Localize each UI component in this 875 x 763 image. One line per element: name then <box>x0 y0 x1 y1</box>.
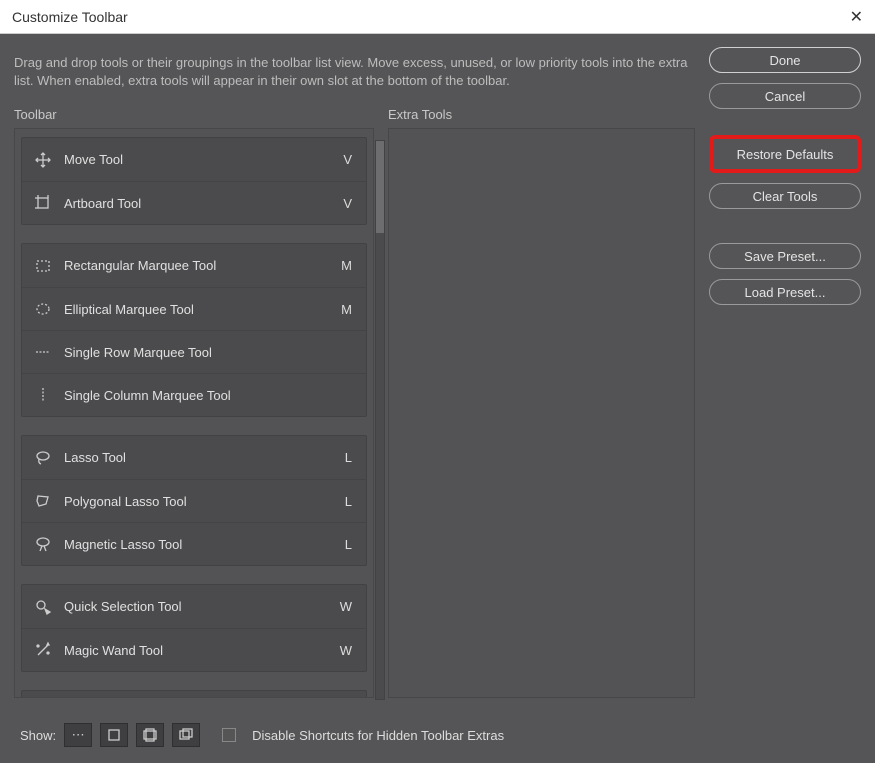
tool-shortcut: V <box>338 152 352 167</box>
tool-shortcut: W <box>338 643 352 658</box>
tool-group[interactable]: Lasso ToolLPolygonal Lasso ToolLMagnetic… <box>21 435 367 566</box>
tool-shortcut: W <box>338 599 352 614</box>
poly-lasso-icon <box>32 490 54 512</box>
lasso-icon <box>32 447 54 469</box>
tool-group[interactable]: Crop ToolC <box>21 690 367 698</box>
tool-label: Single Column Marquee Tool <box>64 388 338 403</box>
show-option3-button[interactable] <box>136 723 164 747</box>
show-option2-button[interactable] <box>100 723 128 747</box>
tool-shortcut: V <box>338 196 352 211</box>
tool-row-wand[interactable]: Magic Wand ToolW <box>22 628 366 671</box>
tool-shortcut: M <box>338 302 352 317</box>
bottom-bar: Show: ⋯ Disable Shortcuts for Hidden Too… <box>14 717 861 753</box>
tool-row-rect-marq[interactable]: Rectangular Marquee ToolM <box>22 244 366 287</box>
action-buttons: Done Cancel Restore Defaults Clear Tools… <box>709 47 861 711</box>
artboard-icon <box>32 192 54 214</box>
tool-row-artboard[interactable]: Artboard ToolV <box>22 181 366 224</box>
done-button[interactable]: Done <box>709 47 861 73</box>
row-marq-icon <box>32 341 54 363</box>
titlebar: Customize Toolbar ✕ <box>0 0 875 34</box>
load-preset-button[interactable]: Load Preset... <box>709 279 861 305</box>
tool-label: Elliptical Marquee Tool <box>64 302 338 317</box>
tool-label: Magic Wand Tool <box>64 643 338 658</box>
tool-shortcut: L <box>338 537 352 552</box>
tool-row-ell-marq[interactable]: Elliptical Marquee ToolM <box>22 287 366 330</box>
clear-tools-button[interactable]: Clear Tools <box>709 183 861 209</box>
cancel-button[interactable]: Cancel <box>709 83 861 109</box>
tool-row-poly-lasso[interactable]: Polygonal Lasso ToolL <box>22 479 366 522</box>
toolbar-header: Toolbar <box>14 107 374 122</box>
tool-shortcut: M <box>338 258 352 273</box>
window-title: Customize Toolbar <box>12 9 833 25</box>
tool-label: Rectangular Marquee Tool <box>64 258 338 273</box>
instructions-text: Drag and drop tools or their groupings i… <box>14 54 694 89</box>
col-marq-icon <box>32 384 54 406</box>
tool-label: Quick Selection Tool <box>64 599 338 614</box>
tool-row-mag-lasso[interactable]: Magnetic Lasso ToolL <box>22 522 366 565</box>
tool-label: Magnetic Lasso Tool <box>64 537 338 552</box>
tool-group[interactable]: Rectangular Marquee ToolMElliptical Marq… <box>21 243 367 417</box>
ell-marq-icon <box>32 298 54 320</box>
tool-row-row-marq[interactable]: Single Row Marquee Tool <box>22 330 366 373</box>
tool-label: Artboard Tool <box>64 196 338 211</box>
mag-lasso-icon <box>32 533 54 555</box>
show-menu-button[interactable]: ⋯ <box>64 723 92 747</box>
toolbar-list[interactable]: Move ToolVArtboard ToolVRectangular Marq… <box>14 128 374 698</box>
tool-row-lasso[interactable]: Lasso ToolL <box>22 436 366 479</box>
show-label: Show: <box>20 728 56 743</box>
extra-list[interactable] <box>388 128 695 698</box>
tool-group[interactable]: Quick Selection ToolWMagic Wand ToolW <box>21 584 367 672</box>
close-icon[interactable]: ✕ <box>833 7 863 27</box>
restore-defaults-button[interactable]: Restore Defaults <box>709 135 861 173</box>
tool-label: Polygonal Lasso Tool <box>64 494 338 509</box>
scroll-thumb[interactable] <box>376 141 384 233</box>
save-preset-button[interactable]: Save Preset... <box>709 243 861 269</box>
scrollbar[interactable] <box>375 140 385 700</box>
tool-group[interactable]: Move ToolVArtboard ToolV <box>21 137 367 225</box>
tool-row-crop[interactable]: Crop ToolC <box>22 691 366 698</box>
tool-row-move[interactable]: Move ToolV <box>22 138 366 181</box>
quick-sel-icon <box>32 596 54 618</box>
dialog-content: Drag and drop tools or their groupings i… <box>0 34 875 763</box>
tool-label: Lasso Tool <box>64 450 338 465</box>
tool-row-col-marq[interactable]: Single Column Marquee Tool <box>22 373 366 416</box>
move-icon <box>32 149 54 171</box>
show-option4-button[interactable] <box>172 723 200 747</box>
tool-row-quick-sel[interactable]: Quick Selection ToolW <box>22 585 366 628</box>
tool-label: Move Tool <box>64 152 338 167</box>
tool-shortcut: L <box>338 494 352 509</box>
disable-shortcuts-checkbox[interactable] <box>222 728 236 742</box>
wand-icon <box>32 639 54 661</box>
tool-label: Single Row Marquee Tool <box>64 345 338 360</box>
disable-shortcuts-label: Disable Shortcuts for Hidden Toolbar Ext… <box>252 728 504 743</box>
tool-shortcut: L <box>338 450 352 465</box>
extra-header: Extra Tools <box>388 107 695 122</box>
rect-marq-icon <box>32 255 54 277</box>
